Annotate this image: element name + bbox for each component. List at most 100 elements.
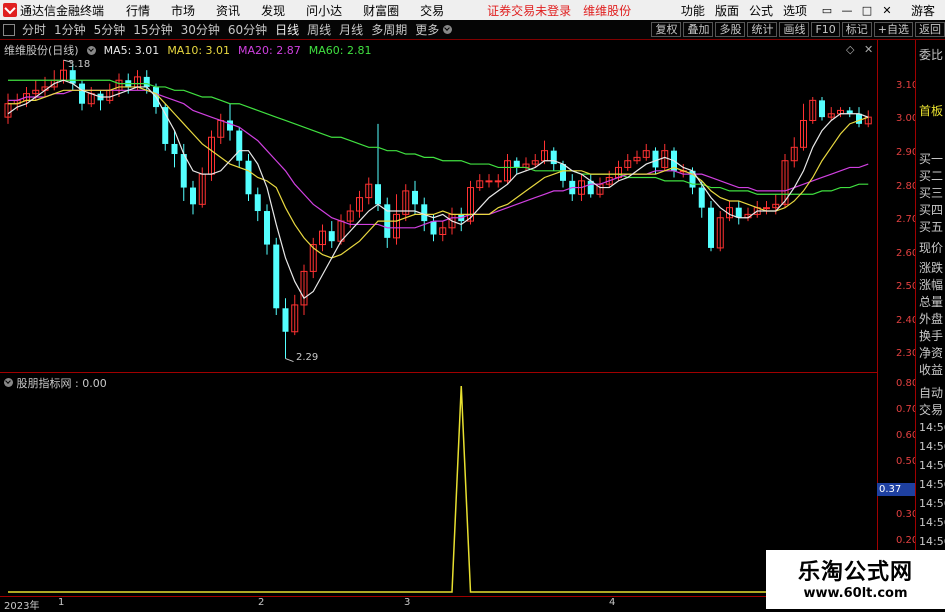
candle-body-down	[560, 164, 566, 181]
draw-line-button[interactable]: 画线	[779, 22, 810, 37]
tab-multi-period[interactable]: 多周期	[367, 21, 411, 38]
ma60-value: MA60: 2.81	[308, 43, 372, 57]
candle-body-up	[763, 207, 770, 210]
menu-item-ask[interactable]: 问小达	[306, 2, 342, 19]
menu-item-formula[interactable]: 公式	[749, 2, 773, 19]
candle-body-down	[856, 113, 862, 124]
menu-item-news[interactable]: 资讯	[216, 2, 240, 19]
mark-button[interactable]: 标记	[841, 22, 872, 37]
indicator-svg[interactable]	[0, 373, 877, 595]
guest-label[interactable]: 游客	[911, 2, 935, 19]
menu-item-function[interactable]: 功能	[681, 2, 705, 19]
tab-monthly[interactable]: 月线	[335, 21, 367, 38]
adjust-button[interactable]: 复权	[651, 22, 682, 37]
tab-60min[interactable]: 60分钟	[224, 21, 271, 38]
menu-item-layout[interactable]: 版面	[715, 2, 739, 19]
watermark-title: 乐淘公式网	[797, 560, 913, 585]
back-button[interactable]: 返回	[915, 22, 945, 37]
candle-body-down	[69, 70, 76, 84]
tab-15min[interactable]: 15分钟	[129, 21, 176, 38]
overlay-button[interactable]: 叠加	[683, 22, 714, 37]
toolbar-toggle-icon[interactable]	[3, 23, 15, 36]
quote-panel-row: 收益	[919, 363, 944, 377]
quote-panel-row[interactable]: 自动	[919, 384, 943, 401]
menu-stock-name: 维维股份	[583, 3, 632, 18]
minimize-icon[interactable]: —	[837, 4, 857, 17]
quote-panel-row: 换手	[919, 329, 944, 343]
quote-panel-row[interactable]: 14:56	[919, 516, 945, 529]
high-price-label: 3.18	[68, 59, 91, 70]
menu-item-quotes[interactable]: 行情	[126, 2, 150, 19]
quote-panel-row[interactable]: 14:56	[919, 459, 945, 472]
candle-body-down	[819, 100, 825, 118]
candle-body-up	[485, 180, 493, 183]
maximize-icon[interactable]: □	[857, 4, 877, 17]
indicator-chart[interactable]	[0, 372, 877, 594]
tab-1min[interactable]: 1分钟	[50, 21, 90, 38]
trade-login-warning[interactable]: 证券交易未登录	[487, 2, 571, 19]
quote-panel-row: 买三	[919, 186, 944, 200]
ma20-value: MA20: 2.87	[238, 43, 301, 57]
tab-30min[interactable]: 30分钟	[177, 21, 224, 38]
menu-item-trade[interactable]: 交易	[420, 2, 444, 19]
multi-stock-button[interactable]: 多股	[715, 22, 746, 37]
candle-body-down	[412, 190, 418, 205]
candle-body-down	[735, 207, 742, 218]
menu-bar: 通达信金融终端 行情 市场 资讯 发现 问小达 财富圈 交易 证券交易未登录 维…	[0, 0, 945, 20]
f10-button[interactable]: F10	[811, 22, 840, 37]
toolbar-right-group: 复权 叠加 多股 统计 画线 F10 标记 +自选 返回	[649, 20, 945, 39]
chart-stock-title: 维维股份(日线)	[4, 44, 79, 57]
x-label-jan: 1	[58, 597, 65, 608]
app-logo-icon	[3, 3, 17, 17]
x-label-mar: 3	[404, 597, 411, 608]
quote-panel-row[interactable]: 14:56	[919, 440, 945, 453]
menu-item-discover[interactable]: 发现	[261, 2, 285, 19]
statistics-button[interactable]: 统计	[747, 22, 778, 37]
indicator-menu-icon[interactable]	[86, 45, 96, 55]
quote-panel-row: 买四	[919, 203, 944, 217]
candle-body-down	[698, 187, 705, 208]
quote-panel-row: 净资	[919, 346, 944, 360]
date-axis: 2023年 1 2 3 4	[0, 596, 877, 612]
indicator-line	[8, 386, 869, 593]
quote-panel-row[interactable]: 14:56	[919, 478, 945, 491]
chart-close-icon[interactable]: ✕	[864, 43, 873, 56]
quote-panel-row[interactable]: 14:56	[919, 421, 945, 434]
indicator-chevron-icon[interactable]	[4, 378, 13, 387]
restore-icon[interactable]: ▭	[817, 4, 837, 17]
candle-body-down	[421, 204, 428, 222]
kline-svg[interactable]	[0, 40, 877, 372]
watermark-url: www.60lt.com	[803, 586, 908, 601]
x-label-year: 2023年	[4, 601, 40, 612]
price-axis: 3.10 3.00 2.90 2.80 2.70 2.60 2.50 2.40 2.30 0.80…	[877, 40, 918, 600]
kline-chart[interactable]	[0, 40, 877, 372]
menu-item-wealth[interactable]: 财富圈	[363, 2, 399, 19]
low-price-label: 2.29	[296, 352, 319, 363]
menu-item-options[interactable]: 选项	[783, 2, 807, 19]
candle-body-down	[328, 231, 335, 242]
ma10-line	[8, 86, 869, 259]
app-title: 通达信金融终端	[20, 3, 105, 18]
more-chevron-icon[interactable]	[443, 25, 453, 34]
quote-panel-row[interactable]: 14:56	[919, 497, 945, 510]
tab-more[interactable]: 更多	[411, 21, 443, 38]
main-chart-header: 维维股份(日线) MA5: 3.01 MA10: 3.01 MA20: 2.87…	[4, 42, 371, 58]
period-toolbar: 分时 1分钟 5分钟 15分钟 30分钟 60分钟 日线 周线 月线 多周期 更…	[0, 20, 945, 40]
ma60-line	[8, 79, 869, 195]
quote-panel-row: 委比	[919, 48, 944, 62]
close-icon[interactable]: ✕	[877, 4, 897, 17]
tab-5min[interactable]: 5分钟	[90, 21, 130, 38]
ma5-line	[7, 79, 869, 300]
menu-item-market[interactable]: 市场	[171, 2, 195, 19]
chart-settings-icon[interactable]: ◇	[846, 43, 854, 56]
site-watermark: 乐淘公式网 www.60lt.com	[766, 550, 945, 609]
tab-daily[interactable]: 日线	[271, 21, 303, 38]
quote-panel-row[interactable]: 14:56	[919, 535, 945, 548]
tab-intraday[interactable]: 分时	[18, 21, 50, 38]
tab-weekly[interactable]: 周线	[303, 21, 335, 38]
quote-panel-row: 买二	[919, 169, 944, 183]
add-favorite-button[interactable]: +自选	[873, 22, 913, 37]
ma10-value: MA10: 3.01	[167, 43, 231, 57]
candle-body-down	[708, 207, 714, 248]
quote-panel-row[interactable]: 交易	[919, 401, 943, 418]
